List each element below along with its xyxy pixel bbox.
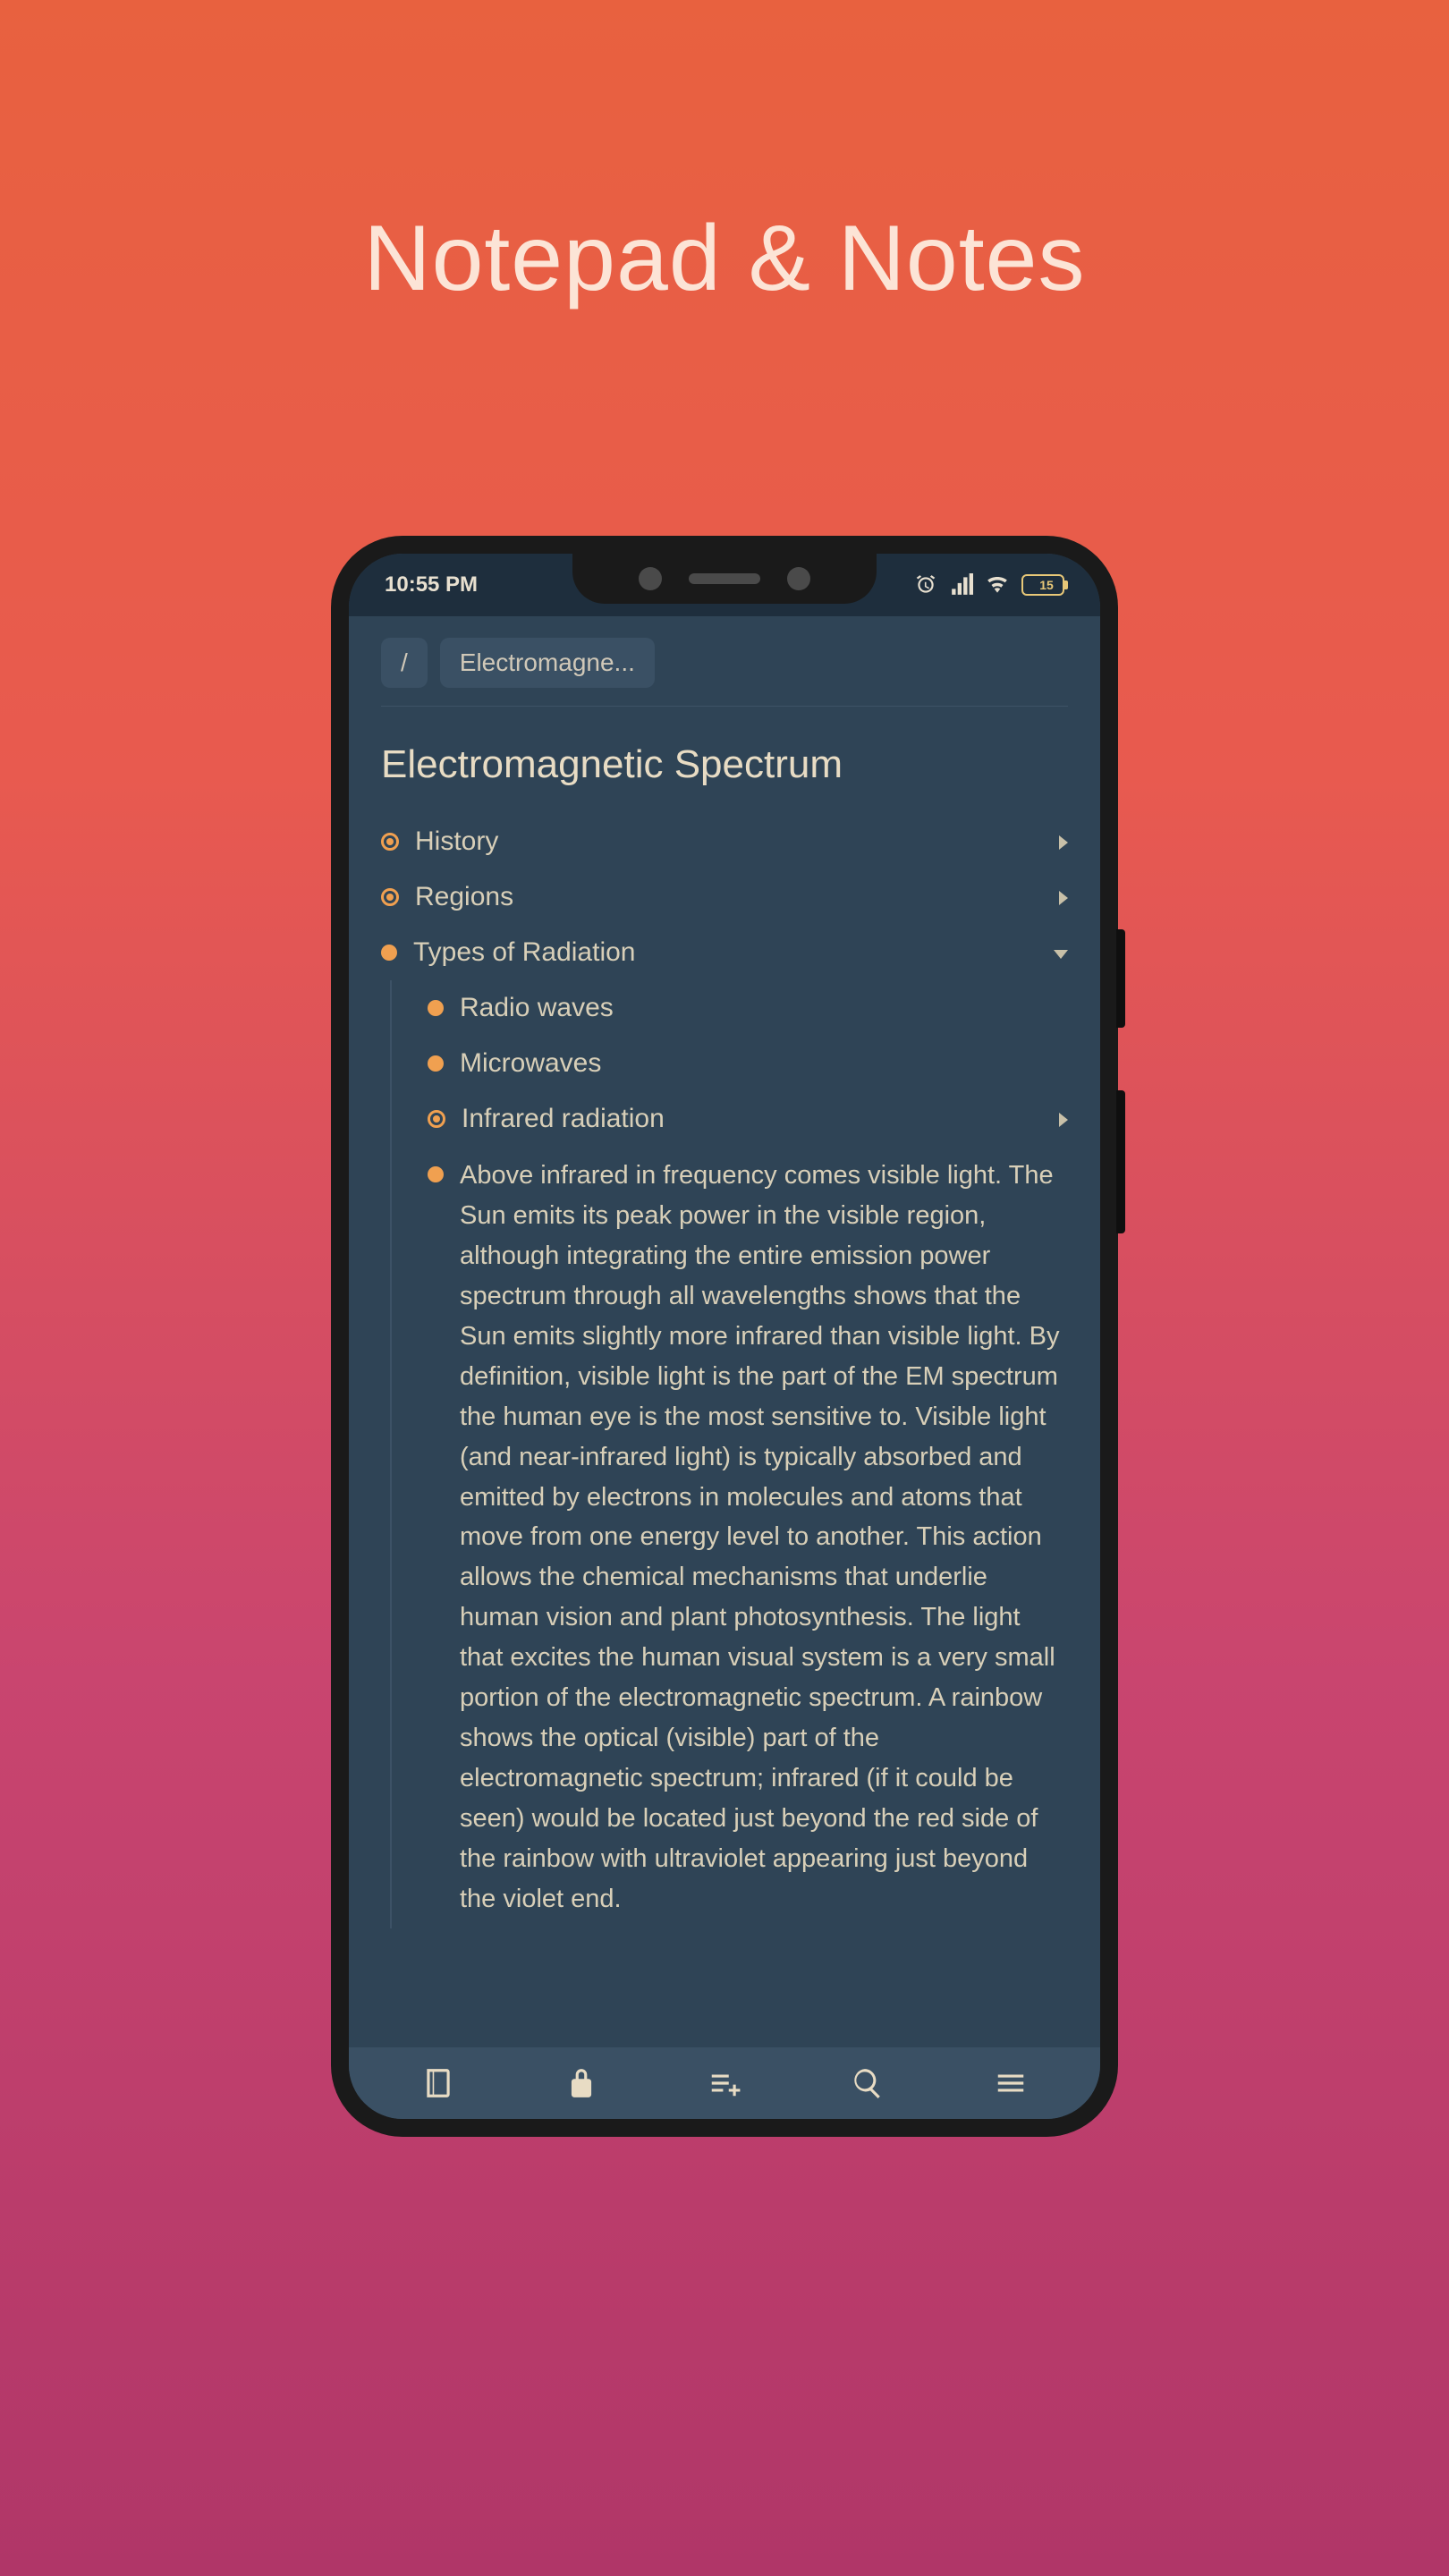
outline-item-visible-para[interactable]: Above infrared in frequency comes visibl… [428, 1147, 1068, 1928]
signal-icon [950, 573, 973, 597]
outline-item-types[interactable]: Types of Radiation [381, 925, 1068, 980]
outline-item-label: Radio waves [460, 989, 1068, 1027]
bullet-icon [428, 1000, 444, 1016]
wifi-icon [986, 573, 1009, 597]
bullet-collapsible-icon [381, 888, 399, 906]
outline-item-microwaves[interactable]: Microwaves [428, 1036, 1068, 1091]
outline-item-label: Microwaves [460, 1045, 1068, 1082]
outline-item-label: Types of Radiation [413, 934, 1038, 971]
lock-icon[interactable] [564, 2066, 598, 2100]
bullet-collapsible-icon [381, 833, 399, 851]
outline-item-regions[interactable]: Regions [381, 869, 1068, 925]
outline-item-label: History [415, 823, 1043, 860]
notch-camera-right [787, 567, 810, 590]
outline-item-radio[interactable]: Radio waves [428, 980, 1068, 1036]
chevron-down-icon [1054, 950, 1068, 959]
phone-side-button-2 [1116, 1090, 1125, 1233]
notch-camera-left [639, 567, 662, 590]
bullet-icon [428, 1166, 444, 1182]
status-time: 10:55 PM [385, 572, 478, 597]
outline-item-label: Infrared radiation [462, 1100, 1043, 1138]
add-list-icon[interactable] [708, 2066, 741, 2100]
battery-icon: 15 [1021, 574, 1064, 596]
bullet-collapsible-icon [428, 1110, 445, 1128]
outline-paragraph: Above infrared in frequency comes visibl… [460, 1156, 1068, 1919]
note-title: Electromagnetic Spectrum [349, 707, 1100, 814]
alarm-icon [914, 573, 937, 597]
breadcrumb-root[interactable]: / [381, 638, 428, 688]
chevron-right-icon [1059, 835, 1068, 850]
outline-item-infrared[interactable]: Infrared radiation [428, 1091, 1068, 1147]
battery-level: 15 [1027, 578, 1066, 592]
bullet-icon [428, 1055, 444, 1072]
chevron-right-icon [1059, 1113, 1068, 1127]
notch-speaker [689, 573, 760, 584]
search-icon[interactable] [851, 2066, 885, 2100]
phone-notch [572, 554, 877, 604]
breadcrumb: / Electromagne... [381, 616, 1068, 707]
chevron-right-icon [1059, 891, 1068, 905]
menu-icon[interactable] [994, 2066, 1028, 2100]
phone-side-button-1 [1116, 929, 1125, 1028]
outline: History Regions Types of Radiation Radio… [349, 814, 1100, 1928]
outline-nested-types: Radio waves Microwaves Infrared radiatio… [390, 980, 1068, 1928]
phone-frame: 10:55 PM 15 / Electromagne... Electromag… [331, 536, 1118, 2137]
hero-title: Notepad & Notes [363, 206, 1085, 312]
bullet-icon [381, 945, 397, 961]
breadcrumb-current[interactable]: Electromagne... [440, 638, 655, 688]
phone-screen: 10:55 PM 15 / Electromagne... Electromag… [349, 554, 1100, 2119]
bottom-toolbar [349, 2047, 1100, 2119]
outline-item-label: Regions [415, 878, 1043, 916]
outline-item-history[interactable]: History [381, 814, 1068, 869]
notebook-icon[interactable] [421, 2066, 455, 2100]
